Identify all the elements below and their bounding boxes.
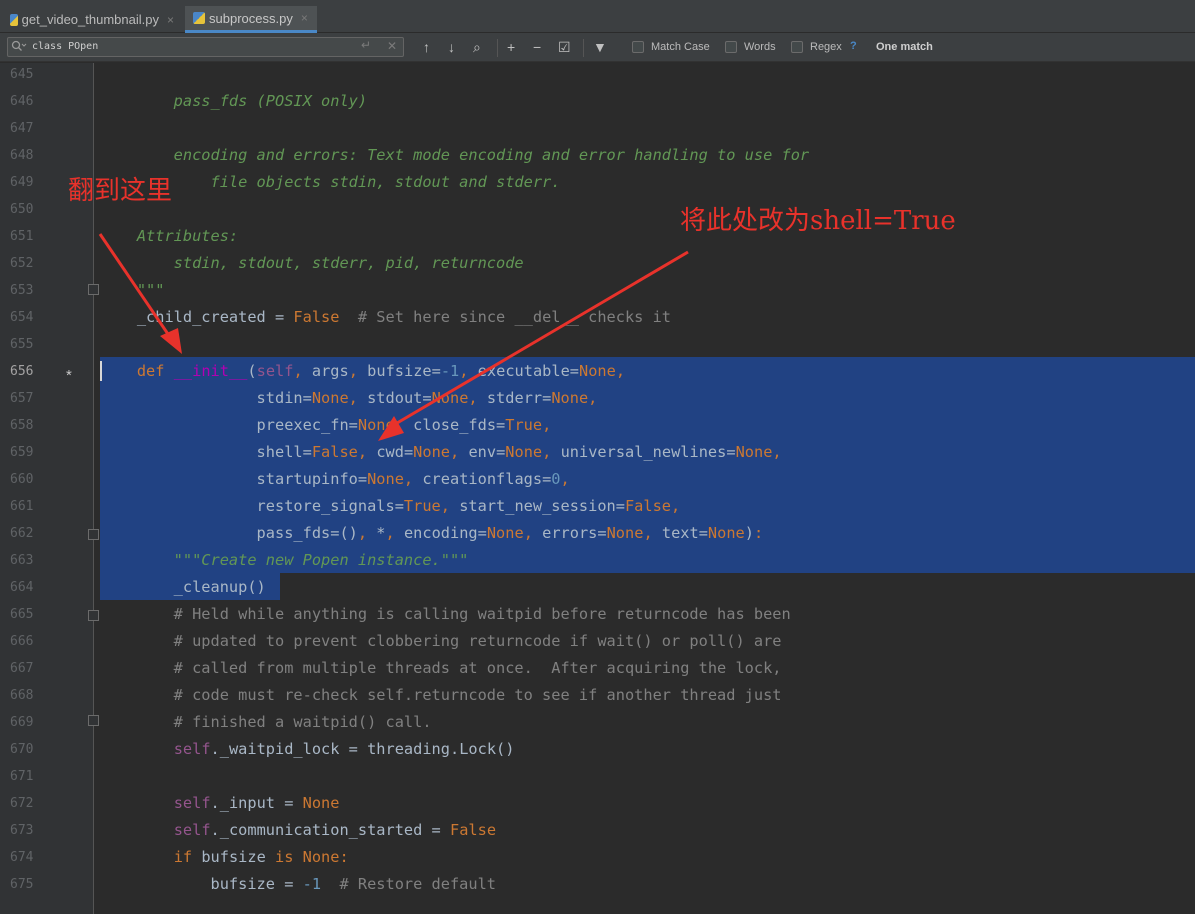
line-number: 662 (10, 526, 34, 541)
line-number: 664 (10, 580, 34, 595)
select-all-occurrences-icon[interactable]: ☑ (558, 38, 571, 56)
line-number: 675 (10, 877, 34, 892)
toolbar-separator (583, 39, 584, 57)
line-number: 654 (10, 310, 34, 325)
code-editor[interactable]: 645 646 647 648 649 650 651 652 653 654 655 656 657 6… (0, 63, 1195, 914)
code-line[interactable]: _child_created = False # Set here since … (100, 304, 671, 331)
tab-subprocess[interactable]: subprocess.py × (185, 6, 317, 33)
code-line[interactable]: encoding and errors: Text mode encoding … (100, 142, 809, 169)
search-query: class POpen (32, 41, 99, 52)
code-line[interactable]: """Create new Popen instance.""" (100, 547, 469, 574)
line-number: 661 (10, 499, 34, 514)
line-number: 657 (10, 391, 34, 406)
next-occurrence-icon[interactable]: ↓ (448, 38, 455, 56)
line-number: 660 (10, 472, 34, 487)
code-line[interactable]: stdin=None, stdout=None, stderr=None, (100, 385, 598, 412)
code-line[interactable]: stdin, stdout, stderr, pid, returncode (100, 250, 524, 277)
line-number: 658 (10, 418, 34, 433)
regex-label[interactable]: Regex (810, 41, 842, 53)
code-line[interactable]: pass_fds (POSIX only) (100, 88, 367, 115)
code-line[interactable]: bufsize = -1 # Restore default (100, 871, 497, 898)
fold-marker-icon[interactable] (88, 715, 99, 726)
code-line[interactable]: # Held while anything is calling waitpid… (100, 601, 791, 628)
newline-icon[interactable]: ↵ (361, 38, 371, 52)
line-number: 653 (10, 283, 34, 298)
code-line[interactable]: self._waitpid_lock = threading.Lock() (100, 736, 515, 763)
close-icon[interactable]: × (167, 13, 174, 27)
search-input[interactable]: class POpen ↵ ✕ (7, 37, 404, 57)
line-number: 649 (10, 175, 34, 190)
line-number: 673 (10, 823, 34, 838)
line-number: 655 (10, 337, 34, 352)
annotation-scroll-here: 翻到这里 (68, 176, 173, 206)
python-file-icon (193, 12, 205, 24)
fold-marker-icon[interactable] (88, 284, 99, 295)
code-line[interactable]: self._input = None (100, 790, 340, 817)
regex-checkbox[interactable] (791, 41, 803, 53)
code-line[interactable]: if bufsize is None: (100, 844, 349, 871)
line-number: 652 (10, 256, 34, 271)
line-number: 648 (10, 148, 34, 163)
line-number: 659 (10, 445, 34, 460)
line-number: 669 (10, 715, 34, 730)
code-line[interactable]: self._communication_started = False (100, 817, 496, 844)
code-line[interactable]: """ (100, 277, 165, 304)
add-occurrence-icon[interactable]: + (507, 38, 515, 56)
line-number: 668 (10, 688, 34, 703)
close-icon[interactable]: × (301, 11, 308, 25)
line-number: 656 (10, 364, 34, 379)
filter-icon[interactable]: ▼ (593, 38, 607, 56)
line-number: 650 (10, 202, 34, 217)
line-number: 674 (10, 850, 34, 865)
code-line[interactable]: # updated to prevent clobbering returnco… (100, 628, 782, 655)
tab-get-video-thumbnail[interactable]: get_video_thumbnail.py × (2, 6, 182, 33)
line-number: 667 (10, 661, 34, 676)
line-number: 651 (10, 229, 34, 244)
line-number: 646 (10, 94, 34, 109)
code-line[interactable]: preexec_fn=None, close_fds=True, (100, 412, 552, 439)
tab-label: get_video_thumbnail.py (21, 12, 159, 27)
line-number: 665 (10, 607, 34, 622)
python-file-icon (10, 13, 18, 26)
line-number: 671 (10, 769, 34, 784)
line-number: 672 (10, 796, 34, 811)
match-status: One match (876, 41, 933, 53)
search-icon[interactable] (11, 40, 27, 56)
words-label[interactable]: Words (744, 41, 776, 53)
remove-occurrence-icon[interactable]: − (533, 38, 541, 56)
fold-marker-icon[interactable] (88, 610, 99, 621)
previous-occurrence-icon[interactable]: ↑ (423, 38, 430, 56)
fold-marker-icon[interactable] (88, 529, 99, 540)
help-icon[interactable]: ? (850, 40, 857, 52)
code-line[interactable]: pass_fds=(), *, encoding=None, errors=No… (100, 520, 764, 547)
find-all-icon[interactable]: ⌕ (473, 38, 481, 56)
line-number: 670 (10, 742, 34, 757)
code-line[interactable]: _cleanup() (100, 574, 266, 601)
line-number: 645 (10, 67, 34, 82)
tab-label: subprocess.py (209, 10, 293, 26)
text-caret (100, 361, 102, 381)
code-line[interactable]: # code must re-check self.returncode to … (100, 682, 782, 709)
find-bar: class POpen ↵ ✕ ↑ ↓ ⌕ + − ☑ ▼ Match Case… (0, 33, 1195, 62)
match-case-checkbox[interactable] (632, 41, 644, 53)
line-number: 666 (10, 634, 34, 649)
annotation-change-shell: 将此处改为shell=True (680, 206, 956, 236)
bookmark-icon[interactable]: * (66, 362, 72, 389)
code-line[interactable]: restore_signals=True, start_new_session=… (100, 493, 681, 520)
code-line[interactable]: # called from multiple threads at once. … (100, 655, 782, 682)
code-line[interactable]: def __init__(self, args, bufsize=-1, exe… (100, 358, 625, 385)
editor-tab-bar: get_video_thumbnail.py × subprocess.py × (0, 0, 1195, 33)
toolbar-separator (497, 39, 498, 57)
clear-icon[interactable]: ✕ (387, 39, 397, 53)
code-line[interactable]: startupinfo=None, creationflags=0, (100, 466, 570, 493)
words-checkbox[interactable] (725, 41, 737, 53)
code-line[interactable]: shell=False, cwd=None, env=None, univers… (100, 439, 782, 466)
line-number: 647 (10, 121, 34, 136)
line-number: 663 (10, 553, 34, 568)
match-case-label[interactable]: Match Case (651, 41, 710, 53)
code-line[interactable]: # finished a waitpid() call. (100, 709, 432, 736)
code-line[interactable]: Attributes: (100, 223, 238, 250)
